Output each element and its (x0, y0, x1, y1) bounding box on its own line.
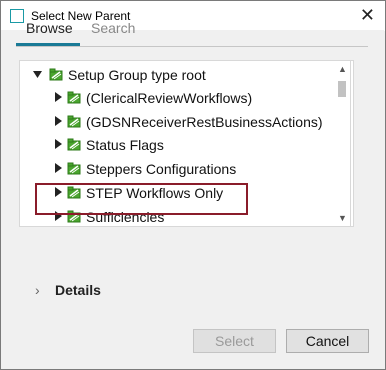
tab-divider (16, 46, 368, 47)
setup-group-icon (67, 162, 81, 175)
chevron-right-icon[interactable]: › (35, 282, 40, 298)
collapsed-arrow-icon[interactable] (55, 163, 63, 173)
tree-scrollbar[interactable]: ▲ ▼ (335, 60, 351, 227)
tree-row[interactable]: Status Flags (20, 135, 340, 155)
setup-group-icon (67, 138, 81, 151)
setup-group-icon (67, 115, 81, 128)
scroll-thumb[interactable] (338, 81, 346, 97)
setup-group-icon (49, 68, 63, 81)
app-window-icon (10, 9, 24, 23)
tree-row-highlighted[interactable]: Steppers Configurations (20, 159, 340, 179)
expanded-arrow-icon[interactable] (33, 71, 42, 78)
scroll-up-icon[interactable]: ▲ (338, 64, 347, 74)
tab-search[interactable]: Search (91, 20, 135, 36)
collapsed-arrow-icon[interactable] (55, 92, 63, 102)
select-button[interactable]: Select (193, 329, 276, 353)
tab-browse[interactable]: Browse (26, 20, 73, 36)
tree-label-root[interactable]: Setup Group type root (68, 67, 206, 83)
tree-label[interactable]: Status Flags (86, 137, 164, 153)
scroll-down-icon[interactable]: ▼ (338, 213, 347, 223)
tree-row[interactable]: (ClericalReviewWorkflows) (20, 88, 340, 108)
details-label[interactable]: Details (55, 282, 101, 298)
tree-row[interactable]: (GDSNReceiverRestBusinessActions) (20, 112, 340, 132)
collapsed-arrow-icon[interactable] (55, 139, 63, 149)
close-icon[interactable]: ✕ (360, 5, 375, 25)
cancel-button[interactable]: Cancel (286, 329, 369, 353)
tree-label[interactable]: Steppers Configurations (86, 161, 236, 177)
setup-group-icon (67, 91, 81, 104)
collapsed-arrow-icon[interactable] (55, 116, 63, 126)
tree-label[interactable]: (ClericalReviewWorkflows) (86, 90, 252, 106)
tree-row-root[interactable]: Setup Group type root (20, 65, 340, 85)
highlight-box (35, 183, 248, 215)
tree-label[interactable]: (GDSNReceiverRestBusinessActions) (86, 114, 323, 130)
